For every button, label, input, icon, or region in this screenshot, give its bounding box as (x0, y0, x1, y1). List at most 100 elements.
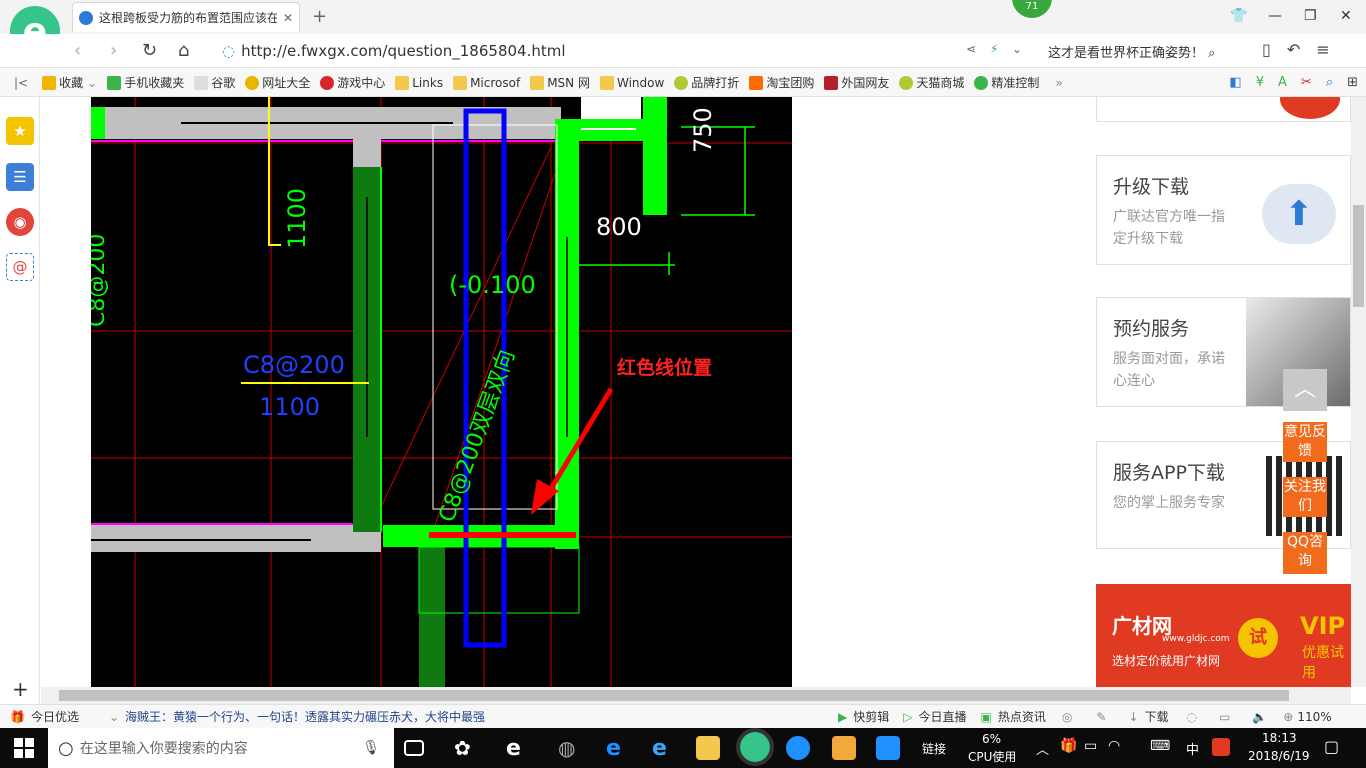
window-icon[interactable]: ▭ (1219, 710, 1230, 724)
phone-icon[interactable]: ▯ (1262, 40, 1271, 59)
bookmark-item[interactable]: 谷歌 (194, 74, 235, 91)
ie-icon[interactable]: e (506, 736, 530, 761)
address-bar[interactable]: ◌ http://e.fwxgx.com/question_1865804.ht… (222, 40, 962, 62)
list-icon[interactable]: ☰ (6, 163, 34, 191)
back-icon[interactable]: ‹ (74, 40, 81, 61)
active-tab[interactable]: 这根跨板受力筋的布置范围应该在 ✕ (72, 2, 300, 32)
bookmark-item[interactable]: Links (395, 75, 443, 90)
lightning-icon[interactable]: ⚡ (990, 42, 998, 56)
weibo-icon[interactable]: ◉ (6, 208, 34, 236)
extension-icon[interactable]: ◧ (1229, 75, 1241, 90)
link-label[interactable]: 链接 (922, 740, 946, 757)
qq-button[interactable]: QQ咨询 (1283, 532, 1327, 574)
collapse-sidebar-icon[interactable]: |< (14, 76, 28, 90)
microphone-icon[interactable]: 🎙 (362, 740, 380, 756)
headline-link[interactable]: 海贼王：黄猿一个行为、一句话！透露其实力碾压赤犬，大将中最强 (125, 708, 505, 725)
news-ticker[interactable]: 这才是看世界杯正确姿势！ ⌕ (1048, 42, 1215, 61)
refresh-icon[interactable]: ↻ (142, 40, 157, 61)
bookmark-item[interactable]: 品牌打折 (674, 74, 739, 91)
zoom-level[interactable]: 110% (1297, 710, 1331, 724)
notes-icon[interactable] (832, 736, 856, 760)
partial-card[interactable] (1096, 97, 1351, 122)
battery-icon[interactable]: ▭ (1084, 738, 1097, 754)
hot-news[interactable]: 热点资讯 (998, 708, 1046, 725)
home-icon[interactable]: ⌂ (178, 40, 189, 61)
vertical-scrollbar[interactable] (1351, 97, 1366, 687)
sogou-icon[interactable] (1212, 738, 1230, 756)
scroll-thumb[interactable] (59, 690, 1289, 701)
bookmark-item[interactable]: 网址大全 (245, 74, 310, 91)
edge-icon[interactable]: e (606, 736, 630, 761)
bookmark-item[interactable]: MSN 网 (530, 74, 590, 91)
star-icon[interactable]: ★ (6, 117, 34, 145)
add-icon[interactable]: + (12, 677, 29, 701)
bookmark-item[interactable]: 精准控制 (974, 74, 1039, 91)
card-title: 预约服务 (1113, 318, 1190, 340)
restore-icon[interactable]: ❐ (1304, 8, 1317, 24)
feedback-button[interactable]: 意见反馈 (1283, 422, 1327, 462)
bookmark-item[interactable]: 淘宝团购 (749, 74, 814, 91)
share-icon[interactable]: ⋖ (966, 42, 976, 56)
speed-icon[interactable]: ◎ (1062, 710, 1072, 724)
remote-icon[interactable] (876, 736, 900, 760)
pin-icon[interactable]: ✎ (1096, 710, 1106, 724)
more-bookmarks-icon[interactable]: » (1055, 76, 1062, 90)
search-icon[interactable]: ⌕ (1208, 46, 1215, 61)
shield-icon[interactable]: ¥ (1256, 75, 1264, 90)
today-picks[interactable]: 今日优选 (31, 708, 79, 725)
bookmark-item[interactable]: Microsof (453, 75, 520, 90)
chevron-down-icon[interactable]: ⌄ (1012, 42, 1022, 56)
folder-icon (530, 75, 545, 90)
globe-icon[interactable]: ◌ (1187, 710, 1197, 724)
bookmark-item[interactable]: 收藏 ⌄ (42, 74, 97, 91)
menu-icon[interactable]: ≡ (1316, 40, 1329, 59)
ad-banner[interactable]: 广材网 www.gldjc.com 选材定价就用广材网 试 VIP 优惠试用 (1096, 584, 1351, 687)
quick-edit[interactable]: 快剪辑 (853, 708, 889, 725)
forward-icon[interactable]: › (110, 40, 117, 61)
app-icon[interactable]: ◍ (558, 736, 582, 760)
bookmark-item[interactable]: 外国网友 (824, 74, 889, 91)
scroll-thumb[interactable] (1353, 205, 1364, 307)
live-link[interactable]: 今日直播 (919, 708, 967, 725)
new-tab-button[interactable]: + (312, 6, 327, 27)
notification-center-icon[interactable]: ▢ (1324, 737, 1339, 756)
horizontal-scrollbar[interactable] (41, 687, 1351, 704)
ime-indicator[interactable]: 中 (1186, 739, 1199, 758)
search-icon[interactable]: ⌕ (1326, 75, 1333, 90)
chevron-up-icon[interactable]: ︿ (1036, 739, 1049, 758)
close-tab-icon[interactable]: ✕ (283, 11, 293, 25)
bookmark-item[interactable]: 手机收藏夹 (107, 74, 184, 91)
windows-start-icon[interactable] (14, 738, 34, 758)
back-to-top-icon[interactable]: ︿ (1283, 369, 1327, 411)
volume-icon[interactable]: 🔈 (1252, 710, 1267, 724)
bookmark-item[interactable]: 天猫商城 (899, 74, 964, 91)
notification-badge[interactable]: 71 (1012, 0, 1052, 18)
shirt-icon[interactable]: 👕 (1230, 8, 1247, 24)
wifi-icon[interactable]: ◠ (1108, 738, 1120, 754)
browser-taskbar-icon[interactable] (736, 728, 774, 766)
grid-icon[interactable]: ⊞ (1347, 75, 1358, 90)
upgrade-card[interactable]: 升级下载 广联达官方唯一指定升级下载 ⬆ (1096, 155, 1351, 265)
task-view-icon[interactable] (404, 740, 424, 756)
follow-button[interactable]: 关注我们 (1283, 477, 1327, 517)
fan-icon[interactable]: ✿ (454, 736, 478, 760)
undo-icon[interactable]: ↶ (1287, 40, 1300, 59)
download-link[interactable]: 下载 (1145, 708, 1169, 725)
chevron-down-icon[interactable]: ⌄ (109, 710, 119, 724)
file-explorer-icon[interactable] (696, 736, 720, 760)
gift-tray-icon[interactable]: 🎁 (1060, 738, 1077, 754)
g-app-icon[interactable] (786, 736, 810, 760)
bookmark-item[interactable]: 游戏中心 (320, 74, 385, 91)
clock-time[interactable]: 18:13 (1262, 731, 1297, 745)
bookmark-item[interactable]: Window (599, 75, 664, 90)
ie-browser-icon[interactable]: e (652, 736, 676, 761)
mail-icon[interactable]: @ (6, 253, 34, 281)
site-icon (245, 75, 260, 90)
minimize-icon[interactable]: — (1268, 8, 1282, 24)
close-window-icon[interactable]: ✕ (1340, 8, 1352, 24)
translate-icon[interactable]: A (1278, 75, 1287, 90)
keyboard-icon[interactable]: ⌨ (1150, 738, 1170, 754)
scissors-icon[interactable]: ✂ (1301, 75, 1312, 90)
clock-date[interactable]: 2018/6/19 (1248, 749, 1310, 763)
taskbar-search[interactable]: ○ 在这里输入你要搜索的内容 🎙 (48, 728, 394, 768)
